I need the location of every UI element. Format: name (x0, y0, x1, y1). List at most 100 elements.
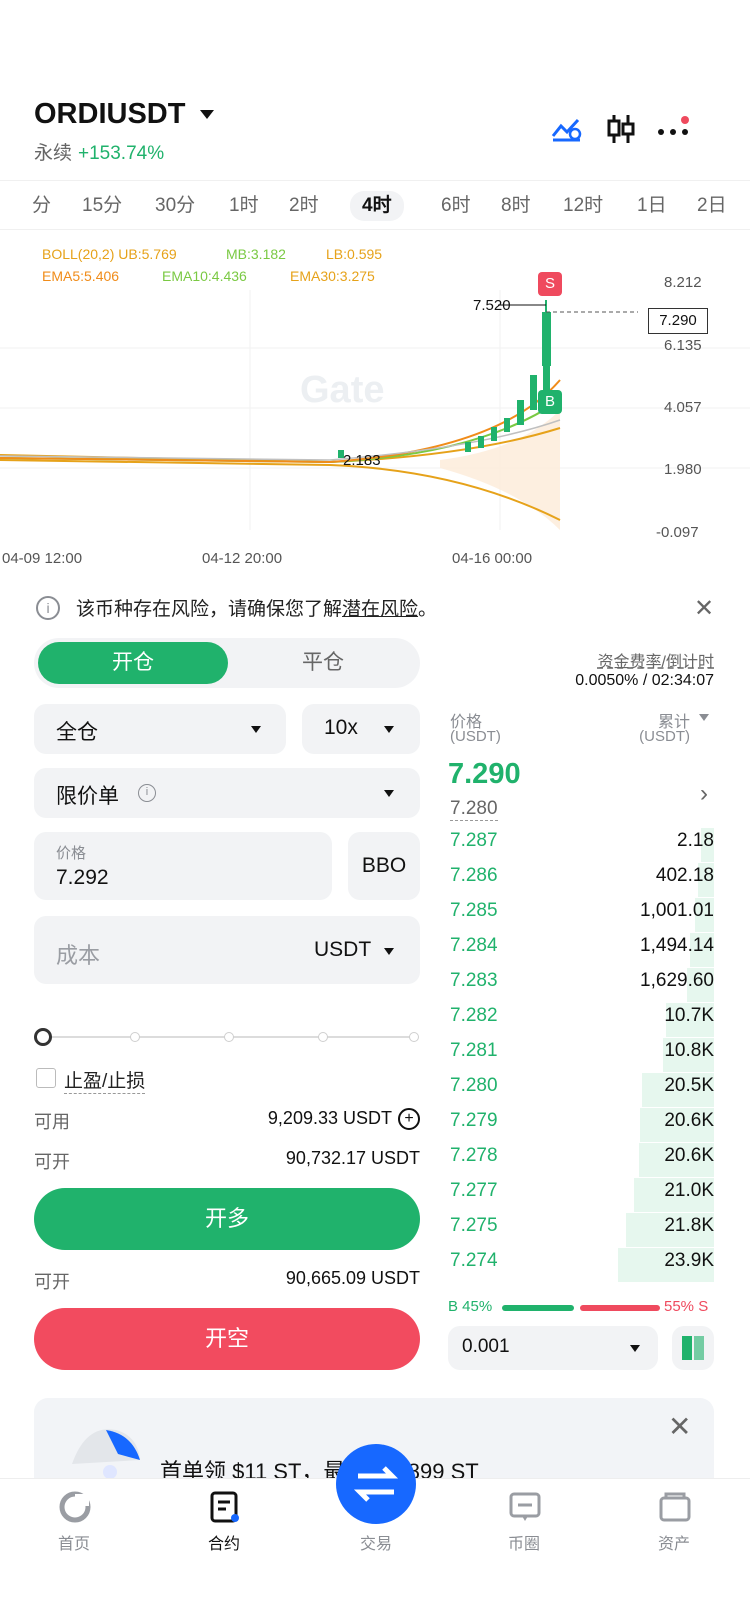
tp-sl-checkbox[interactable] (36, 1068, 56, 1088)
orderbook-bid-price[interactable]: 7.274 (450, 1250, 498, 1272)
orderbook-bid-price[interactable]: 7.278 (450, 1145, 498, 1167)
transfer-icon[interactable]: + (398, 1108, 420, 1130)
symbol-dropdown-icon[interactable] (200, 110, 214, 119)
nav-community[interactable]: 币圈 (474, 1530, 574, 1554)
orderbook-bid-total[interactable]: 20.5K (564, 1075, 714, 1097)
boll-lb-label: LB:0.595 (326, 246, 383, 262)
orderbook-bid-price[interactable]: 7.287 (450, 830, 498, 852)
chevron-right-icon[interactable]: › (700, 780, 708, 808)
leverage-select[interactable] (302, 704, 420, 754)
price-chart[interactable]: Gate (0, 290, 750, 530)
orderbook-bid-price[interactable]: 7.286 (450, 865, 498, 887)
close-icon[interactable]: ✕ (668, 1410, 691, 1443)
orderbook-bid-total[interactable]: 1,629.60 (564, 970, 714, 992)
bbo-button[interactable]: BBO (348, 832, 420, 900)
y-tick: 8.212 (664, 274, 702, 291)
community-icon[interactable] (508, 1490, 542, 1524)
sell-ratio: 55% S (664, 1298, 709, 1315)
orderbook-bid-total[interactable]: 10.8K (564, 1040, 714, 1062)
open-short-button[interactable]: 开空 (34, 1308, 420, 1370)
mark-price[interactable]: 7.280 (450, 798, 498, 821)
tab-timeframe[interactable]: 12时 (563, 191, 603, 221)
funding-label[interactable]: 资金费率/倒计时 (520, 648, 714, 672)
orderbook-bid-total[interactable]: 402.18 (564, 865, 714, 887)
x-tick: 04-09 12:00 (2, 550, 83, 567)
orderbook-bid-total[interactable]: 20.6K (564, 1145, 714, 1167)
x-tick: 04-12 20:00 (202, 550, 283, 567)
nav-assets[interactable]: 资产 (624, 1530, 724, 1554)
chevron-down-icon (384, 726, 394, 733)
symbol-title[interactable]: ORDIUSDT (34, 98, 185, 131)
buy-ratio: B 45% (448, 1298, 493, 1315)
orderbook-bid-price[interactable]: 7.275 (450, 1215, 498, 1237)
nav-contract[interactable]: 合约 (174, 1530, 274, 1554)
orderbook-bid-total[interactable]: 21.0K (564, 1180, 714, 1202)
slider-step[interactable] (409, 1032, 419, 1042)
orderbook-bid-price[interactable]: 7.285 (450, 900, 498, 922)
sell-ratio-bar (580, 1305, 660, 1311)
slider-handle[interactable] (34, 1028, 52, 1046)
orderbook-bid-price[interactable]: 7.279 (450, 1110, 498, 1132)
orderbook-bid-price[interactable]: 7.282 (450, 1005, 498, 1027)
tab-timeframe[interactable]: 8时 (501, 191, 531, 221)
slider-step[interactable] (318, 1032, 328, 1042)
orderbook-bid-price[interactable]: 7.283 (450, 970, 498, 992)
last-price-tag: 7.290 (648, 308, 708, 334)
tab-timeframe[interactable]: 6时 (441, 191, 471, 221)
wallet-icon[interactable] (658, 1490, 692, 1524)
buy-marker[interactable]: B (538, 390, 562, 414)
slider-step[interactable] (130, 1032, 140, 1042)
tab-timeframe[interactable]: 分 (32, 191, 51, 221)
boll-label: BOLL(20,2) UB:5.769 (42, 246, 177, 262)
orderbook-bid-price[interactable]: 7.281 (450, 1040, 498, 1062)
more-icon[interactable] (656, 112, 690, 146)
tab-timeframe[interactable]: 2时 (289, 191, 319, 221)
orderbook-bid-total[interactable]: 10.7K (564, 1005, 714, 1027)
can-open-label: 可开 (34, 1272, 70, 1292)
orderbook-bid-total[interactable]: 2.18 (564, 830, 714, 852)
orderbook-price-unit: (USDT) (450, 728, 501, 745)
orderbook-bid-price[interactable]: 7.280 (450, 1075, 498, 1097)
tab-open-position[interactable]: 开仓 (38, 642, 228, 684)
tab-timeframe[interactable]: 2日 (697, 191, 727, 221)
info-icon[interactable]: i (138, 784, 156, 802)
price-change: +153.74% (78, 143, 165, 164)
close-icon[interactable]: ✕ (694, 594, 714, 623)
tab-timeframe[interactable]: 30分 (155, 191, 195, 221)
orderbook-bid-total[interactable]: 21.8K (564, 1215, 714, 1237)
orderbook-bid-price[interactable]: 7.277 (450, 1180, 498, 1202)
chart-high-label: 7.520 (473, 297, 511, 314)
contract-icon[interactable] (208, 1490, 242, 1524)
candlestick-icon[interactable] (604, 112, 638, 146)
info-icon: i (36, 596, 60, 620)
tab-timeframe[interactable]: 1日 (637, 191, 667, 221)
parachute-icon (66, 1424, 144, 1480)
cost-unit[interactable]: USDT (314, 938, 371, 962)
home-icon[interactable] (58, 1490, 92, 1524)
timeframe-tabs: 分 15分 30分 1时 2时 4时 6时 8时 12时 1日 2日 (0, 180, 750, 230)
tab-close-position[interactable]: 平仓 (228, 642, 418, 684)
orderbook-bid-total[interactable]: 1,001.01 (564, 900, 714, 922)
orderbook-bid-total[interactable]: 1,494.14 (564, 935, 714, 957)
tp-sl-label[interactable]: 止盈/止损 (64, 1066, 146, 1094)
tab-timeframe[interactable]: 15分 (82, 191, 122, 221)
orderbook-bid-total[interactable]: 23.9K (564, 1250, 714, 1272)
orderbook-bid-price[interactable]: 7.284 (450, 935, 498, 957)
open-long-button[interactable]: 开多 (34, 1188, 420, 1250)
tab-timeframe[interactable]: 1时 (229, 191, 259, 221)
risk-link[interactable]: 潜在风险 (342, 599, 418, 620)
tab-timeframe-active[interactable]: 4时 (350, 191, 404, 221)
price-input-value[interactable]: 7.292 (56, 866, 109, 890)
price-input-label: 价格 (56, 845, 87, 862)
orderbook-view-toggle[interactable] (672, 1326, 714, 1370)
nav-home[interactable]: 首页 (24, 1530, 124, 1554)
sell-marker[interactable]: S (538, 272, 562, 296)
risk-notice: 该币种存在风险，请确保您了解潜在风险。 (76, 599, 438, 620)
indicator-icon[interactable] (550, 112, 584, 146)
swap-button[interactable] (336, 1444, 416, 1524)
nav-trade[interactable]: 交易 (326, 1530, 426, 1554)
can-open-short-value: 90,665.09 USDT (285, 1268, 420, 1288)
orderbook-bid-total[interactable]: 20.6K (564, 1110, 714, 1132)
slider-step[interactable] (224, 1032, 234, 1042)
y-tick: 4.057 (664, 399, 702, 416)
